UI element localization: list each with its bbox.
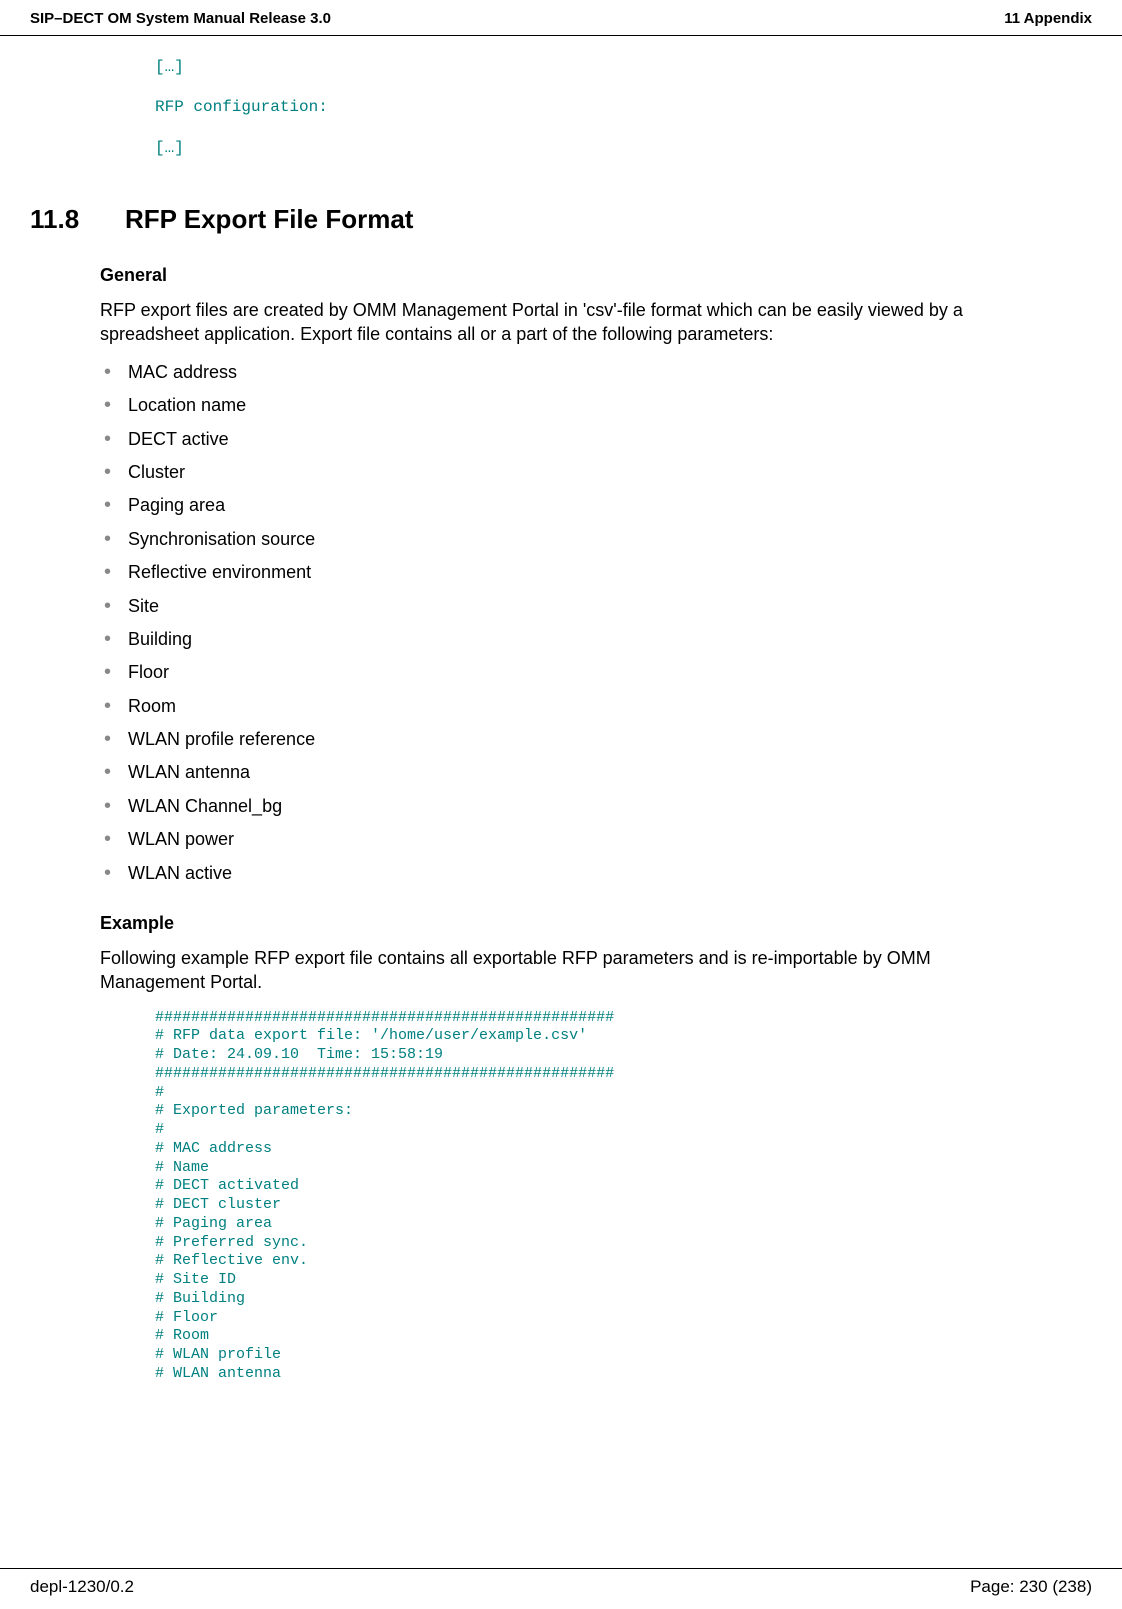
page-footer: depl-1230/0.2 Page: 230 (238): [0, 1568, 1122, 1609]
parameters-list: MAC address Location name DECT active Cl…: [100, 361, 1022, 885]
general-subheading: General: [100, 265, 1022, 286]
list-item: MAC address: [100, 361, 1022, 384]
example-paragraph: Following example RFP export file contai…: [100, 946, 1022, 995]
header-left: SIP–DECT OM System Manual Release 3.0: [30, 10, 331, 27]
intro-code-block: […] RFP configuration: […]: [155, 56, 1022, 159]
list-item: WLAN power: [100, 828, 1022, 851]
example-subheading: Example: [100, 913, 1022, 934]
list-item: Cluster: [100, 461, 1022, 484]
list-item: Location name: [100, 394, 1022, 417]
list-item: Room: [100, 695, 1022, 718]
page-content: […] RFP configuration: […] 11.8 RFP Expo…: [0, 36, 1122, 1384]
list-item: WLAN profile reference: [100, 728, 1022, 751]
list-item: Site: [100, 595, 1022, 618]
section-number: 11.8: [30, 204, 125, 235]
list-item: WLAN active: [100, 862, 1022, 885]
list-item: Reflective environment: [100, 561, 1022, 584]
list-item: DECT active: [100, 428, 1022, 451]
section-heading-row: 11.8 RFP Export File Format: [30, 204, 1022, 235]
page-header: SIP–DECT OM System Manual Release 3.0 11…: [0, 0, 1122, 36]
list-item: Floor: [100, 661, 1022, 684]
code-line: RFP configuration:: [155, 96, 1022, 118]
code-line: […]: [155, 56, 1022, 78]
section-title: RFP Export File Format: [125, 204, 413, 235]
example-code-block: ########################################…: [155, 1009, 1022, 1384]
list-item: WLAN antenna: [100, 761, 1022, 784]
general-paragraph: RFP export files are created by OMM Mana…: [100, 298, 1022, 347]
header-right: 11 Appendix: [1004, 10, 1092, 27]
footer-left: depl-1230/0.2: [30, 1577, 134, 1597]
list-item: Paging area: [100, 494, 1022, 517]
list-item: Synchronisation source: [100, 528, 1022, 551]
code-line: […]: [155, 137, 1022, 159]
list-item: WLAN Channel_bg: [100, 795, 1022, 818]
footer-right: Page: 230 (238): [970, 1577, 1092, 1597]
list-item: Building: [100, 628, 1022, 651]
